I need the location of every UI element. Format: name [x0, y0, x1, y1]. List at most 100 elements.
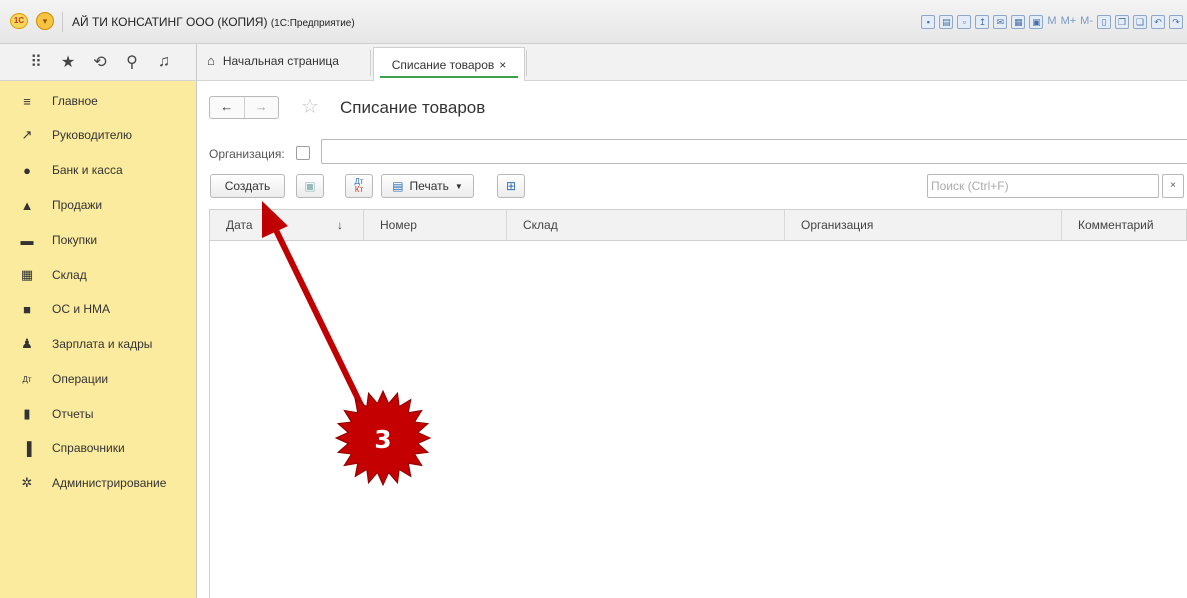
cart-icon: ▬: [20, 232, 34, 248]
divider: [370, 50, 371, 76]
active-tab-indicator: [380, 76, 518, 78]
title-toolbar: ▪ ▤ ▫ ↥ ✉ ▦ ▣ M M+ M- ▯ ❐ ❏ ↶ ↷: [921, 12, 1187, 32]
divider: [526, 50, 527, 76]
column-comment[interactable]: Комментарий: [1062, 210, 1187, 240]
sidebar-item-catalogs[interactable]: ▐ Справочники: [18, 436, 125, 460]
sidebar-item-label: Склад: [52, 268, 87, 282]
page-title: Списание товаров: [340, 98, 486, 117]
bell-icon[interactable]: ♫: [148, 53, 180, 71]
sidebar-item-manager[interactable]: ↗ Руководителю: [18, 123, 133, 147]
bar-chart-icon: ▮: [23, 406, 31, 421]
export-icon[interactable]: ↥: [975, 15, 990, 29]
back-button[interactable]: ←: [210, 97, 245, 118]
column-warehouse[interactable]: Склад: [507, 210, 785, 240]
printer-icon: ▤: [392, 179, 404, 193]
sidebar-item-operations[interactable]: Дт Операции: [18, 367, 108, 391]
tab-home[interactable]: ⌂ Начальная страница: [207, 53, 339, 68]
sidebar-item-label: Продажи: [52, 198, 103, 212]
main-content: ← → ☆ Списание товаров Организация: Созд…: [197, 81, 1187, 598]
organization-checkbox[interactable]: [296, 146, 310, 160]
step-number: 3: [374, 425, 392, 454]
sidebar-item-reports[interactable]: ▮ Отчеты: [18, 402, 93, 426]
sidebar-item-label: Отчеты: [52, 407, 94, 421]
menu-icon: ≡: [23, 93, 31, 109]
print-button[interactable]: ▤ Печать ▼: [381, 174, 474, 198]
structure-button[interactable]: ⊞: [497, 174, 525, 198]
history-icon[interactable]: ⟲: [84, 52, 116, 72]
app-name: (1С:Предприятие): [270, 18, 355, 29]
main-menu-button[interactable]: ▾: [36, 12, 54, 30]
favorite-star-icon[interactable]: ☆: [301, 94, 319, 119]
truck-icon: ■: [23, 301, 31, 317]
dt-kt-icon: Дт: [22, 374, 32, 384]
sidebar-item-label: ОС и НМА: [52, 302, 111, 316]
forward-button[interactable]: →: [245, 97, 279, 118]
memory-plus-button[interactable]: M+: [1061, 15, 1077, 29]
title-bar: 1С ▾ АЙ ТИ КОНСАТИНГ ООО (КОПИЯ) (1С:Пре…: [0, 0, 1187, 44]
create-button[interactable]: Создать: [210, 174, 285, 198]
calendar-icon[interactable]: ▣: [1029, 15, 1044, 29]
person-icon: ♟: [21, 336, 33, 351]
search-icon[interactable]: ⚲: [116, 52, 148, 72]
books-icon: ▐: [22, 440, 32, 456]
favorites-star-icon[interactable]: ★: [52, 52, 84, 72]
organization-label: Организация:: [209, 147, 285, 161]
column-organization[interactable]: Организация: [785, 210, 1062, 240]
sidebar-item-label: Зарплата и кадры: [52, 337, 153, 351]
print-icon[interactable]: ▤: [939, 15, 954, 29]
chart-trend-icon: ↗: [21, 127, 33, 142]
home-icon: ⌂: [207, 53, 215, 68]
column-label: Дата: [226, 218, 253, 232]
column-number[interactable]: Номер: [364, 210, 507, 240]
sidebar-item-label: Покупки: [52, 233, 98, 247]
gear-icon: ✲: [21, 475, 33, 490]
tabs-bar: ⌂ Начальная страница Списание товаров ×: [197, 44, 1187, 81]
copy-icon[interactable]: ❐: [1115, 15, 1129, 29]
sidebar-item-label: Операции: [52, 372, 109, 386]
nav-buttons: ← →: [209, 96, 279, 119]
new-document-icon[interactable]: ▯: [1097, 15, 1111, 29]
column-date[interactable]: Дата ↓: [210, 210, 364, 240]
copy-button[interactable]: ▣: [296, 174, 324, 198]
sidebar-item-label: Главное: [52, 94, 98, 108]
apps-grid-icon[interactable]: ⠿: [20, 52, 52, 72]
sidebar-item-assets[interactable]: ■ ОС и НМА: [18, 297, 110, 321]
chevron-down-icon: ▼: [454, 181, 463, 191]
paste-icon[interactable]: ❏: [1133, 15, 1147, 29]
print-label: Печать: [409, 179, 449, 193]
memory-minus-button[interactable]: M-: [1080, 15, 1093, 29]
search-clear-button[interactable]: ×: [1162, 174, 1184, 198]
sidebar-item-label: Банк и касса: [52, 163, 123, 177]
tab-close-icon[interactable]: ×: [499, 58, 506, 72]
sidebar-item-payroll[interactable]: ♟ Зарплата и кадры: [18, 332, 152, 356]
sidebar-item-sales[interactable]: ▲ Продажи: [18, 193, 103, 217]
divider: [62, 12, 63, 32]
sidebar-item-label: Руководителю: [52, 128, 133, 142]
sidebar-item-bank[interactable]: ● Банк и касса: [18, 158, 123, 182]
undo-icon[interactable]: ↶: [1151, 15, 1165, 29]
tab-home-label: Начальная страница: [222, 53, 339, 68]
sidebar-item-admin[interactable]: ✲ Администрирование: [18, 471, 167, 495]
tab-label: Списание товаров: [391, 57, 495, 72]
sort-down-icon[interactable]: ↓: [337, 210, 343, 240]
warehouse-icon: ▦: [20, 267, 34, 282]
dt-kt-button[interactable]: Дт Кт: [345, 174, 373, 198]
preview-icon[interactable]: ▫: [957, 15, 972, 29]
sidebar-item-main[interactable]: ≡ Главное: [18, 89, 98, 113]
sidebar-item-purchases[interactable]: ▬ Покупки: [18, 228, 98, 252]
memory-m-button[interactable]: M: [1047, 15, 1056, 29]
sidebar-item-label: Справочники: [52, 441, 125, 455]
table-body[interactable]: [209, 241, 1187, 598]
1c-logo-icon: 1С: [10, 13, 28, 29]
sidebar-item-warehouse[interactable]: ▦ Склад: [18, 263, 87, 287]
redo-icon[interactable]: ↷: [1169, 15, 1183, 29]
save-icon[interactable]: ▪: [921, 15, 936, 29]
sidebar-item-label: Администрирование: [52, 476, 167, 490]
search-input[interactable]: Поиск (Ctrl+F): [927, 174, 1159, 198]
mail-icon[interactable]: ✉: [993, 15, 1008, 29]
ruble-icon: ●: [23, 162, 31, 178]
tab-write-off[interactable]: Списание товаров ×: [373, 47, 525, 81]
organization-field[interactable]: [321, 139, 1187, 164]
left-toolbar: ⠿ ★ ⟲ ⚲ ♫: [0, 44, 197, 81]
calculator-icon[interactable]: ▦: [1011, 15, 1026, 29]
